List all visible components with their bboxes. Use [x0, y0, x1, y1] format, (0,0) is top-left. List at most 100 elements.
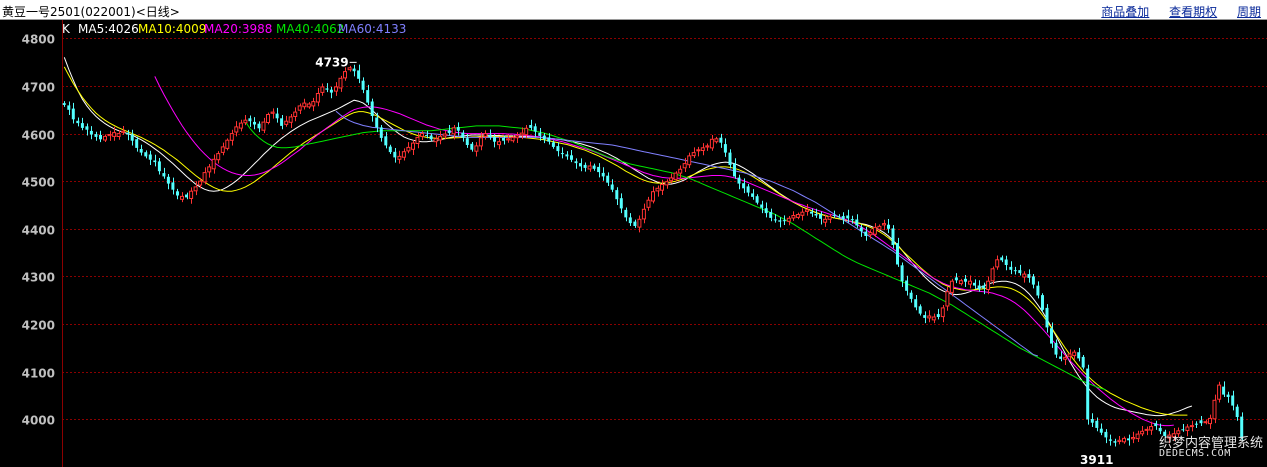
candle-body-down: [1194, 423, 1198, 425]
toolbar-links: 商品叠加 查看期权 周期: [1085, 3, 1261, 20]
candle-body-up: [1203, 421, 1208, 424]
candle-body-up: [121, 130, 126, 133]
candle-body-down: [1127, 438, 1130, 441]
candle-body-up: [795, 214, 800, 218]
candle-body-down: [126, 132, 130, 135]
y-tick-label: 4600: [22, 129, 55, 143]
candle-body-down: [819, 214, 822, 219]
candle-body-down: [171, 182, 175, 190]
y-tick-label: 4100: [22, 367, 55, 381]
candle-body-up: [705, 145, 710, 148]
candle-body-down: [619, 198, 623, 209]
candle-body-down: [864, 231, 868, 236]
candlesticks: [62, 64, 1244, 447]
candle-body-up: [451, 127, 456, 135]
candle-body-up: [1117, 439, 1122, 442]
candle-body-up: [637, 218, 642, 228]
candle-body-down: [887, 224, 890, 229]
candle-body-down: [624, 209, 628, 218]
candle-body-down: [352, 68, 356, 72]
candle-body-down: [914, 299, 918, 308]
candle-body-down: [778, 220, 782, 222]
candle-body-up: [515, 135, 520, 139]
candle-body-down: [1050, 328, 1053, 344]
candle-body-down: [964, 278, 967, 282]
candle-body-up: [270, 111, 275, 114]
candle-body-down: [737, 177, 741, 184]
candle-body-down: [1031, 276, 1035, 285]
candle-body-up: [958, 280, 963, 285]
candle-body-up: [478, 137, 483, 147]
candle-body-down: [1090, 419, 1094, 423]
candle-body-down: [425, 135, 428, 137]
candle-body-down: [615, 190, 619, 200]
candle-body-down: [280, 118, 284, 126]
ma-legend: K MA5:4026 MA10:4009MA20:3988 MA40:4062MA6…: [62, 22, 406, 36]
candle-body-down: [325, 88, 329, 90]
candle-body-down: [135, 139, 139, 148]
ma5-line: [63, 57, 1193, 417]
candle-body-down: [130, 134, 134, 141]
candle-body-down: [814, 214, 818, 216]
candle-body-up: [986, 280, 991, 291]
candle-body-up: [669, 177, 674, 182]
candle-body-up: [474, 145, 479, 152]
candle-body-down: [846, 215, 850, 219]
candle-body-up: [1185, 426, 1190, 431]
instrument-title: 黄豆一号2501(022001)<日线>: [2, 5, 180, 19]
candle-body-up: [1063, 356, 1068, 360]
candle-body-down: [80, 123, 84, 128]
candle-body-down: [570, 155, 573, 160]
candle-body-up: [103, 135, 107, 141]
candle-body-up: [682, 163, 687, 169]
candlestick-chart[interactable]: 4000 4100 4200 4300 4400 4500 4600 4700 4800 473…: [0, 20, 1267, 467]
candle-body-down: [529, 125, 533, 128]
candle-body-up: [823, 218, 828, 223]
y-tick-label: 4500: [22, 176, 55, 190]
candle-body-up: [238, 122, 243, 129]
candle-body-down: [185, 194, 188, 198]
candle-body-down: [493, 137, 496, 142]
candle-body-down: [429, 135, 433, 140]
candle-body-down: [1036, 285, 1040, 296]
candle-body-down: [456, 127, 460, 131]
candle-body-up: [800, 211, 805, 216]
candle-body-down: [1226, 394, 1230, 397]
candle-body-down: [773, 219, 777, 221]
candle-body-down: [253, 121, 256, 125]
candle-body-up: [220, 146, 225, 153]
candle-body-down: [1231, 395, 1235, 406]
candle-body-down: [719, 137, 723, 143]
candle-body-down: [1181, 429, 1185, 431]
candle-body-down: [384, 136, 388, 146]
candle-body-up: [198, 180, 203, 186]
y-tick-label: 4300: [22, 271, 55, 285]
candle-body-down: [1004, 259, 1008, 265]
candle-body-up: [216, 153, 221, 161]
candle-body-up: [343, 71, 347, 79]
candle-body-down: [610, 184, 614, 190]
y-axis-ticks: 4000 4100 4200 4300 4400 4500 4600 4700 4800: [22, 33, 55, 428]
overlay-commodity-link[interactable]: 商品叠加: [1101, 5, 1149, 19]
candle-body-down: [89, 130, 93, 135]
candle-body-up: [805, 209, 809, 212]
candle-body-down: [148, 154, 152, 160]
candle-body-down: [144, 152, 148, 157]
title-bar: 黄豆一号2501(022001)<日线> 商品叠加 查看期权 周期: [0, 0, 1267, 20]
candle-body-up: [791, 215, 796, 219]
candle-body-up: [940, 307, 945, 318]
candle-body-down: [1009, 266, 1013, 270]
candle-body-up: [483, 133, 488, 137]
candle-body-up: [284, 120, 289, 125]
candle-body-up: [293, 111, 298, 117]
candle-body-down: [742, 183, 746, 189]
watermark-domain: DEDECMS.COM: [1159, 448, 1231, 459]
period-link[interactable]: 周期: [1237, 5, 1261, 19]
candle-body-down: [1158, 427, 1162, 432]
candle-body-up: [1217, 384, 1222, 400]
candle-body-down: [393, 151, 397, 158]
legend-ma60: MA60:4133: [338, 22, 406, 36]
candle-body-down: [751, 193, 755, 197]
view-options-link[interactable]: 查看期权: [1169, 5, 1217, 19]
candle-body-down: [329, 89, 333, 93]
